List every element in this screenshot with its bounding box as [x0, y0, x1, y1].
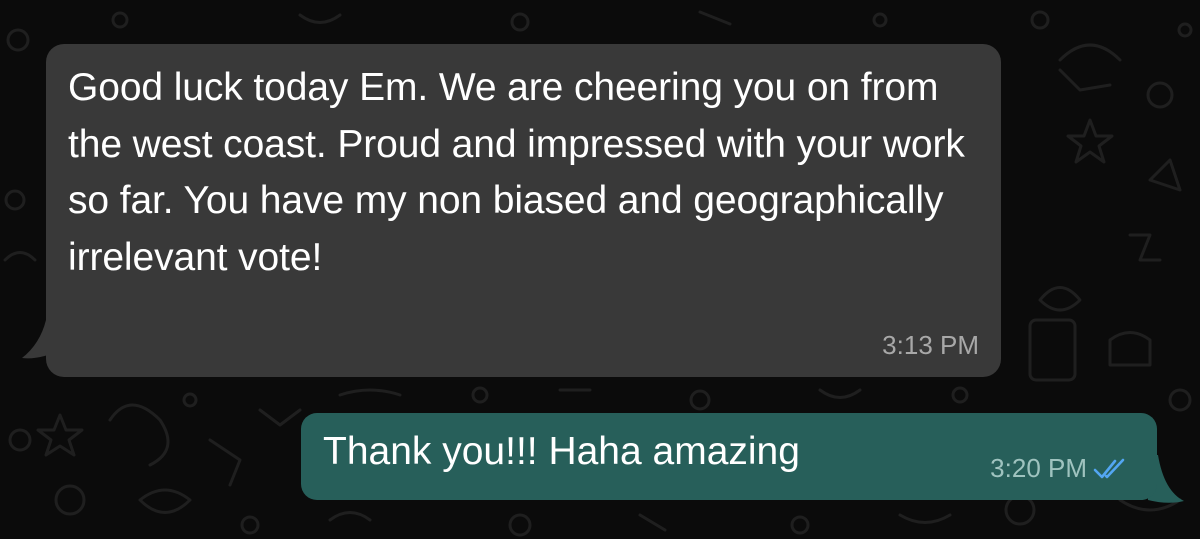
double-check-read-icon — [1093, 458, 1125, 478]
incoming-message-timestamp: 3:13 PM — [882, 330, 979, 360]
incoming-message-bubble[interactable]: Good luck today Em. We are cheering you … — [46, 44, 1001, 377]
outgoing-message-bubble[interactable]: Thank you!!! Haha amazing 3:20 PM — [301, 413, 1157, 500]
outgoing-message-timestamp: 3:20 PM — [990, 453, 1087, 483]
outgoing-message-meta: 3:20 PM — [990, 453, 1129, 484]
incoming-message-text: Good luck today Em. We are cheering you … — [68, 66, 976, 279]
